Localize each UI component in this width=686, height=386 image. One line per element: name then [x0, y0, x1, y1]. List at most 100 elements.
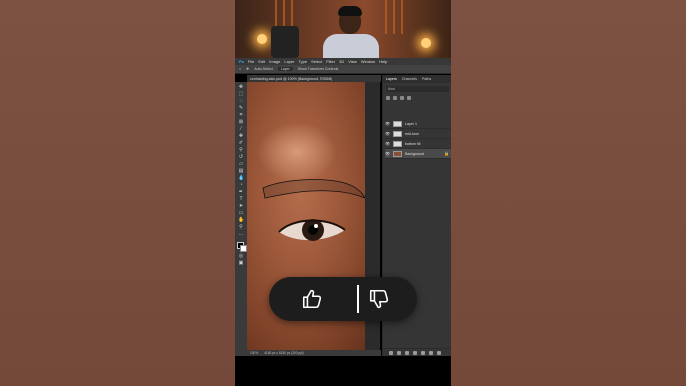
menu-file[interactable]: File [248, 59, 254, 64]
link-layers-icon[interactable] [389, 350, 393, 355]
like-button[interactable] [297, 285, 327, 313]
background-color-swatch[interactable] [240, 245, 247, 252]
lock-all-icon[interactable] [407, 96, 411, 100]
path-select-icon[interactable]: ➤ [238, 204, 244, 209]
camera-gimbal [271, 26, 299, 58]
tab-layers[interactable]: Layers [386, 77, 397, 81]
home-icon[interactable]: ⌂ [239, 67, 241, 71]
eyebrow-path-outline [262, 179, 366, 199]
panel-tabs: Layers Channels Paths [383, 75, 451, 83]
fx-icon[interactable] [397, 350, 401, 355]
presenter-hair [338, 6, 362, 16]
blurred-background-left [0, 0, 235, 386]
healing-brush-icon[interactable]: ✚ [238, 134, 244, 139]
menu-image[interactable]: Image [269, 59, 280, 64]
layer-name: Background [405, 151, 425, 156]
clone-stamp-icon[interactable]: ⚲ [238, 148, 244, 153]
ps-menubar: Ps File Edit Image Layer Type Select Fil… [235, 58, 451, 65]
document-tab-title: contrasting-skin.psd @ 100% (Background,… [250, 76, 333, 81]
screen-mode-icon[interactable]: ▣ [238, 261, 244, 266]
hand-tool-icon[interactable]: ✋ [238, 218, 244, 223]
document-tab[interactable]: contrasting-skin.psd @ 100% (Background,… [247, 75, 381, 82]
menu-type[interactable]: Type [298, 59, 307, 64]
lock-position-icon[interactable] [393, 96, 397, 100]
layer-name: Layer 1 [405, 121, 417, 126]
quick-select-icon[interactable]: ✎ [238, 106, 244, 111]
layer-filter[interactable]: Kind [386, 86, 449, 92]
menu-edit[interactable]: Edit [258, 59, 265, 64]
lamp-right [421, 38, 431, 48]
tab-paths[interactable]: Paths [422, 77, 431, 81]
layer-row[interactable]: 👁 Layer 1 [385, 119, 451, 129]
menu-filter[interactable]: Filter [326, 59, 335, 64]
document-info: 4160 px x 6240 px (300 ppi) [264, 351, 304, 355]
dodge-tool-icon[interactable]: ◔ [238, 183, 244, 188]
thumbs-up-icon [302, 289, 322, 309]
reaction-divider [357, 285, 359, 313]
video-frame: Ps File Edit Image Layer Type Select Fil… [235, 0, 451, 386]
brush-tool-icon[interactable]: ✐ [238, 141, 244, 146]
crop-tool-icon[interactable]: ⌗ [238, 113, 244, 118]
lamp-left [257, 34, 267, 44]
add-mask-icon[interactable] [405, 350, 409, 355]
layer-row-selected[interactable]: 👁 Background 🔒 [385, 149, 451, 159]
layer-name: mid-tone [405, 131, 419, 136]
forehead-highlight [257, 122, 337, 182]
layer-thumbnail [393, 140, 402, 147]
eyedropper-icon[interactable]: ⁄ [238, 127, 244, 132]
gradient-tool-icon[interactable]: ▤ [238, 169, 244, 174]
adjustment-layer-icon[interactable] [413, 350, 417, 355]
visibility-eye-icon[interactable]: 👁 [385, 121, 390, 126]
visibility-eye-icon[interactable]: 👁 [385, 151, 390, 156]
layer-row[interactable]: 👁 mid-tone [385, 129, 451, 139]
reaction-bar [269, 277, 417, 321]
menu-window[interactable]: Window [361, 59, 375, 64]
lock-icon: 🔒 [444, 151, 449, 156]
presenter-webcam [235, 0, 451, 58]
menu-select[interactable]: Select [311, 59, 322, 64]
auto-select-checkbox[interactable]: Auto-Select [254, 67, 273, 71]
thumbs-down-icon [369, 289, 389, 309]
menu-help[interactable]: Help [379, 59, 387, 64]
visibility-eye-icon[interactable]: 👁 [385, 141, 390, 146]
tab-channels[interactable]: Channels [402, 77, 417, 81]
layer-name: bottom fill [405, 141, 421, 146]
layer-row[interactable]: 👁 bottom fill [385, 139, 451, 149]
layer-thumbnail [393, 120, 402, 127]
menu-view[interactable]: View [348, 59, 357, 64]
shape-tool-icon[interactable]: ▭ [238, 211, 244, 216]
pen-tool-icon[interactable]: ✒ [238, 190, 244, 195]
presenter-body [323, 34, 379, 58]
layer-thumbnail [393, 130, 402, 137]
type-tool-icon[interactable]: T [238, 197, 244, 202]
filter-kind: Kind [388, 87, 395, 91]
dislike-button[interactable] [364, 285, 394, 313]
video-bottom-bar [235, 356, 451, 386]
group-icon[interactable] [421, 350, 425, 355]
zoom-tool-icon[interactable]: ⚲ [238, 225, 244, 230]
layer-thumbnail [393, 150, 402, 157]
lock-pixels-icon[interactable] [386, 96, 390, 100]
move-tool-icon[interactable]: ✥ [246, 67, 249, 71]
eye [278, 219, 346, 241]
transform-controls-checkbox[interactable]: Show Transform Controls [298, 67, 339, 71]
delete-layer-icon[interactable] [437, 350, 441, 355]
lock-artboard-icon[interactable] [400, 96, 404, 100]
layer-dropdown[interactable]: Layer [277, 67, 293, 71]
move-tool-icon[interactable]: ✥ [238, 85, 244, 90]
new-layer-icon[interactable] [429, 350, 433, 355]
marquee-tool-icon[interactable]: ⬚ [238, 92, 244, 97]
eraser-tool-icon[interactable]: ▱ [238, 162, 244, 167]
ps-options-bar: ⌂ ✥ Auto-Select Layer Show Transform Con… [235, 65, 451, 74]
more-tools-icon[interactable]: … [238, 232, 244, 237]
quick-mask-icon[interactable]: ◎ [238, 254, 244, 259]
panel-bottom-bar [383, 348, 451, 356]
history-brush-icon[interactable]: ↺ [238, 155, 244, 160]
menu-3d[interactable]: 3D [339, 59, 344, 64]
menu-layer[interactable]: Layer [284, 59, 294, 64]
blur-tool-icon[interactable]: 💧 [238, 176, 244, 181]
zoom-level: 100% [250, 351, 259, 355]
lasso-tool-icon[interactable]: ◌ [238, 99, 244, 104]
visibility-eye-icon[interactable]: 👁 [385, 131, 390, 136]
frame-tool-icon[interactable]: ⊠ [238, 120, 244, 125]
